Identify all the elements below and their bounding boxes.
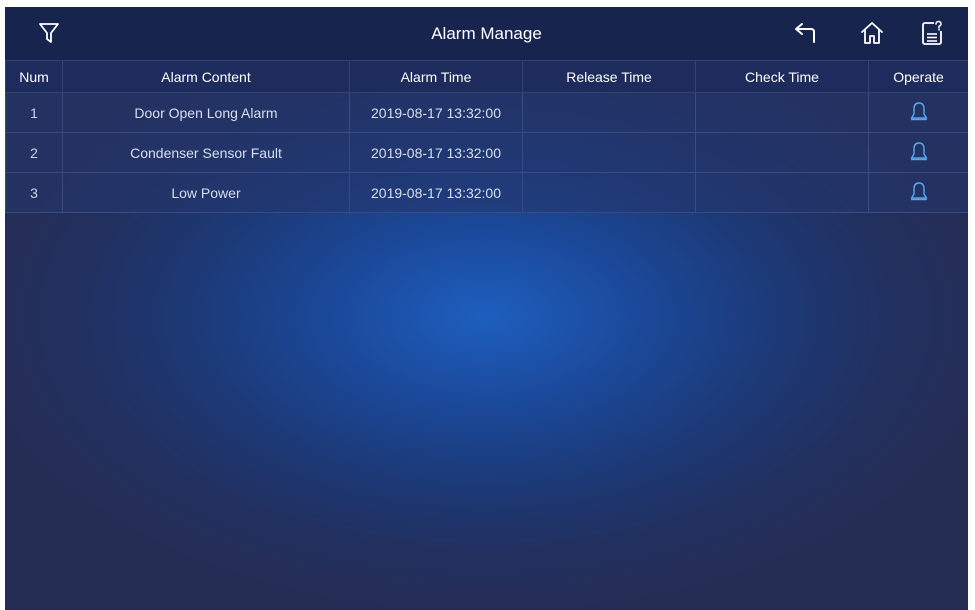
cell-num: 2 <box>5 132 63 173</box>
table-header-row: Num Alarm Content Alarm Time Release Tim… <box>5 60 968 93</box>
home-icon[interactable] <box>854 15 890 51</box>
alarm-manage-screen: Alarm Manage Num Alarm Content Alarm Tim… <box>5 7 968 610</box>
cell-release-time <box>522 172 696 213</box>
document-help-icon[interactable] <box>914 15 950 51</box>
table-row[interactable]: 3 Low Power 2019-08-17 13:32:00 <box>5 172 968 213</box>
cell-operate <box>868 92 968 133</box>
cell-release-time <box>522 132 696 173</box>
cell-num: 3 <box>5 172 63 213</box>
cell-alarm-time: 2019-08-17 13:32:00 <box>349 92 523 133</box>
column-header-alarm-time: Alarm Time <box>349 60 523 93</box>
page-title: Alarm Manage <box>431 24 542 43</box>
cell-alarm-time: 2019-08-17 13:32:00 <box>349 172 523 213</box>
column-header-release-time: Release Time <box>522 60 696 93</box>
bell-icon[interactable] <box>906 139 932 165</box>
cell-check-time <box>695 132 869 173</box>
cell-check-time <box>695 172 869 213</box>
bell-icon[interactable] <box>906 179 932 205</box>
column-header-check-time: Check Time <box>695 60 869 93</box>
column-header-operate: Operate <box>868 60 968 93</box>
cell-check-time <box>695 92 869 133</box>
back-arrow-icon[interactable] <box>787 15 823 51</box>
column-header-num: Num <box>5 60 63 93</box>
cell-operate <box>868 172 968 213</box>
cell-num: 1 <box>5 92 63 133</box>
cell-operate <box>868 132 968 173</box>
alarm-table: Num Alarm Content Alarm Time Release Tim… <box>5 60 968 213</box>
table-row[interactable]: 1 Door Open Long Alarm 2019-08-17 13:32:… <box>5 92 968 133</box>
cell-alarm-content: Condenser Sensor Fault <box>62 132 350 173</box>
cell-alarm-content: Low Power <box>62 172 350 213</box>
cell-release-time <box>522 92 696 133</box>
cell-alarm-time: 2019-08-17 13:32:00 <box>349 132 523 173</box>
column-header-alarm-content: Alarm Content <box>62 60 350 93</box>
cell-alarm-content: Door Open Long Alarm <box>62 92 350 133</box>
top-bar: Alarm Manage <box>5 7 968 60</box>
table-row[interactable]: 2 Condenser Sensor Fault 2019-08-17 13:3… <box>5 132 968 173</box>
bell-icon[interactable] <box>906 99 932 125</box>
